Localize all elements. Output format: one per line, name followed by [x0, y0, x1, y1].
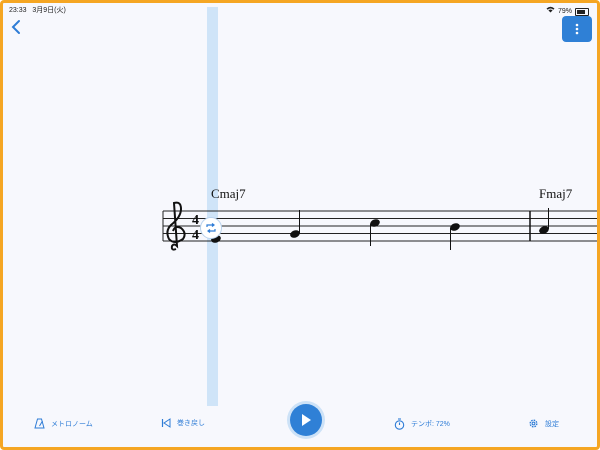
- note: [370, 219, 380, 246]
- time-signature: 4 4: [192, 213, 199, 243]
- gear-icon: [529, 419, 538, 428]
- settings-label: 設定: [545, 420, 559, 428]
- play-button[interactable]: [290, 404, 322, 436]
- staff-lines: [162, 210, 597, 242]
- loop-marker[interactable]: [200, 217, 222, 239]
- metronome-label: メトロノーム: [51, 420, 93, 428]
- settings-button[interactable]: 設定: [528, 418, 559, 429]
- note: [450, 223, 460, 250]
- rewind-label: 巻き戻し: [177, 420, 205, 427]
- tempo-label: テンポ: 72%: [411, 421, 450, 428]
- note: [539, 208, 549, 234]
- note: [290, 210, 300, 238]
- svg-text:4: 4: [192, 228, 199, 243]
- app-frame: 23:33 3月9日(火) 79% Cmaj7 Fmaj7 4 4 メトロノーム…: [0, 0, 600, 450]
- rewind-button[interactable]: 巻き戻し: [161, 418, 205, 428]
- loop-icon: [206, 223, 216, 233]
- music-staff: 4 4: [162, 201, 597, 251]
- metronome-icon: [34, 418, 45, 429]
- tempo-button[interactable]: テンポ: 72%: [394, 418, 450, 430]
- bottom-toolbar: メトロノーム 巻き戻し テンポ: 72% 設定: [6, 404, 594, 444]
- stopwatch-icon: [394, 418, 405, 430]
- skip-back-icon: [161, 418, 171, 428]
- play-icon: [302, 414, 311, 426]
- metronome-button[interactable]: メトロノーム: [34, 418, 93, 429]
- svg-text:4: 4: [192, 213, 199, 228]
